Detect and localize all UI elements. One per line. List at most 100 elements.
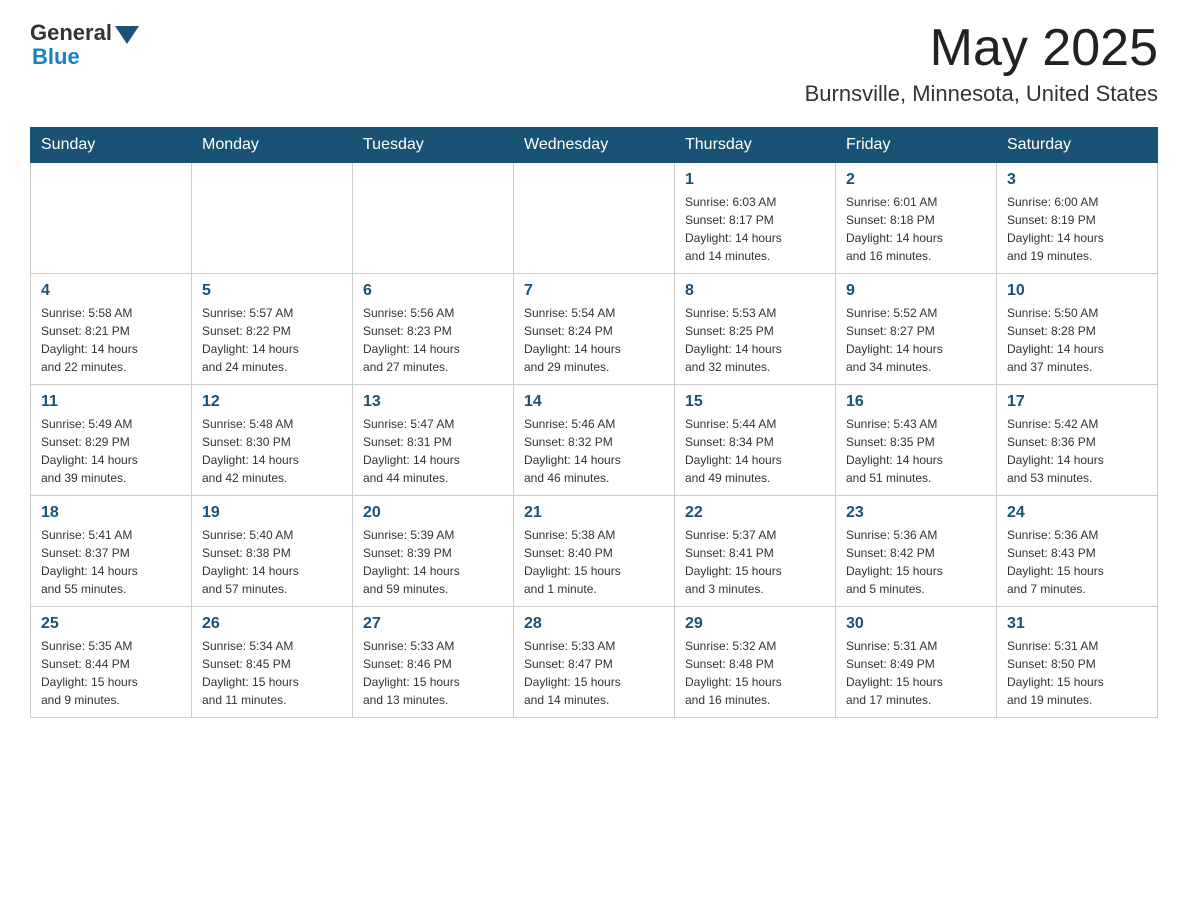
day-number: 20 <box>363 504 503 522</box>
title-block: May 2025 Burnsville, Minnesota, United S… <box>805 20 1158 107</box>
day-number: 30 <box>846 615 986 633</box>
calendar-cell: 22 Sunrise: 5:37 AMSunset: 8:41 PMDayligh… <box>675 496 836 607</box>
calendar-cell: 3Sunrise: 6:00 AMSunset: 8:19 PMDaylight… <box>997 163 1158 274</box>
calendar-cell: 21Sunrise: 5:38 AMSunset: 8:40 PMDayligh… <box>514 496 675 607</box>
day-info: Sunrise: 5:50 AMSunset: 8:28 PMDaylight:… <box>1007 304 1147 376</box>
calendar-cell: 19 Sunrise: 5:40 AMSunset: 8:38 PMDayligh… <box>192 496 353 607</box>
calendar-header-row: Sunday Monday Tuesday Wednesday Thursday… <box>31 128 1158 163</box>
calendar-week-1: 1 Sunrise: 6:03 AMSunset: 8:17 PMDaylight… <box>31 163 1158 274</box>
day-info: Sunrise: 5:31 AMSunset: 8:49 PMDaylight:… <box>846 637 986 709</box>
day-info: Sunrise: 5:43 AMSunset: 8:35 PMDaylight:… <box>846 415 986 487</box>
calendar-cell <box>192 163 353 274</box>
day-info: Sunrise: 5:35 AMSunset: 8:44 PMDaylight:… <box>41 637 181 709</box>
header-friday: Friday <box>836 128 997 163</box>
day-number: 13 <box>363 393 503 411</box>
day-info: Sunrise: 5:37 AMSunset: 8:41 PMDaylight:… <box>685 526 825 598</box>
day-info: Sunrise: 5:44 AMSunset: 8:34 PMDaylight:… <box>685 415 825 487</box>
calendar-week-4: 18 Sunrise: 5:41 AMSunset: 8:37 PMDayligh… <box>31 496 1158 607</box>
calendar-cell: 1 Sunrise: 6:03 AMSunset: 8:17 PMDaylight… <box>675 163 836 274</box>
day-info: Sunrise: 5:56 AMSunset: 8:23 PMDaylight:… <box>363 304 503 376</box>
calendar-cell: 9 Sunrise: 5:52 AMSunset: 8:27 PMDaylight… <box>836 274 997 385</box>
day-info: Sunrise: 5:58 AMSunset: 8:21 PMDaylight:… <box>41 304 181 376</box>
day-info: Sunrise: 6:01 AMSunset: 8:18 PMDaylight:… <box>846 193 986 265</box>
calendar-cell: 5Sunrise: 5:57 AMSunset: 8:22 PMDaylight… <box>192 274 353 385</box>
day-info: Sunrise: 6:00 AMSunset: 8:19 PMDaylight:… <box>1007 193 1147 265</box>
header-thursday: Thursday <box>675 128 836 163</box>
day-info: Sunrise: 5:47 AMSunset: 8:31 PMDaylight:… <box>363 415 503 487</box>
calendar-week-3: 11 Sunrise: 5:49 AMSunset: 8:29 PMDayligh… <box>31 385 1158 496</box>
day-number: 15 <box>685 393 825 411</box>
day-number: 23 <box>846 504 986 522</box>
day-info: Sunrise: 5:40 AMSunset: 8:38 PMDaylight:… <box>202 526 342 598</box>
header-saturday: Saturday <box>997 128 1158 163</box>
calendar-title: May 2025 <box>805 20 1158 77</box>
day-number: 18 <box>41 504 181 522</box>
day-number: 24 <box>1007 504 1147 522</box>
day-number: 31 <box>1007 615 1147 633</box>
day-info: Sunrise: 5:42 AMSunset: 8:36 PMDaylight:… <box>1007 415 1147 487</box>
day-info: Sunrise: 5:36 AMSunset: 8:42 PMDaylight:… <box>846 526 986 598</box>
day-number: 6 <box>363 282 503 300</box>
page-header: General Blue May 2025 Burnsville, Minnes… <box>30 20 1158 107</box>
day-number: 16 <box>846 393 986 411</box>
day-info: Sunrise: 5:54 AMSunset: 8:24 PMDaylight:… <box>524 304 664 376</box>
logo-blue-text: Blue <box>30 44 80 70</box>
calendar-cell: 29 Sunrise: 5:32 AMSunset: 8:48 PMDayligh… <box>675 607 836 718</box>
day-info: Sunrise: 5:32 AMSunset: 8:48 PMDaylight:… <box>685 637 825 709</box>
calendar-week-2: 4 Sunrise: 5:58 AMSunset: 8:21 PMDaylight… <box>31 274 1158 385</box>
logo-general-text: General <box>30 20 112 46</box>
day-info: Sunrise: 5:48 AMSunset: 8:30 PMDaylight:… <box>202 415 342 487</box>
day-info: Sunrise: 5:34 AMSunset: 8:45 PMDaylight:… <box>202 637 342 709</box>
day-number: 27 <box>363 615 503 633</box>
calendar-subtitle: Burnsville, Minnesota, United States <box>805 81 1158 107</box>
calendar-cell: 15 Sunrise: 5:44 AMSunset: 8:34 PMDayligh… <box>675 385 836 496</box>
calendar-cell: 20 Sunrise: 5:39 AMSunset: 8:39 PMDayligh… <box>353 496 514 607</box>
day-number: 12 <box>202 393 342 411</box>
day-number: 19 <box>202 504 342 522</box>
calendar-table: Sunday Monday Tuesday Wednesday Thursday… <box>30 127 1158 718</box>
day-number: 17 <box>1007 393 1147 411</box>
day-number: 8 <box>685 282 825 300</box>
day-number: 22 <box>685 504 825 522</box>
day-info: Sunrise: 5:33 AMSunset: 8:47 PMDaylight:… <box>524 637 664 709</box>
day-number: 28 <box>524 615 664 633</box>
calendar-cell: 24Sunrise: 5:36 AMSunset: 8:43 PMDayligh… <box>997 496 1158 607</box>
calendar-cell: 28 Sunrise: 5:33 AMSunset: 8:47 PMDayligh… <box>514 607 675 718</box>
calendar-cell: 8 Sunrise: 5:53 AMSunset: 8:25 PMDaylight… <box>675 274 836 385</box>
day-info: Sunrise: 5:53 AMSunset: 8:25 PMDaylight:… <box>685 304 825 376</box>
day-number: 29 <box>685 615 825 633</box>
day-number: 1 <box>685 171 825 189</box>
calendar-cell: 14 Sunrise: 5:46 AMSunset: 8:32 PMDayligh… <box>514 385 675 496</box>
day-info: Sunrise: 5:57 AMSunset: 8:22 PMDaylight:… <box>202 304 342 376</box>
calendar-cell: 16 Sunrise: 5:43 AMSunset: 8:35 PMDayligh… <box>836 385 997 496</box>
calendar-cell: 26Sunrise: 5:34 AMSunset: 8:45 PMDayligh… <box>192 607 353 718</box>
calendar-cell: 25Sunrise: 5:35 AMSunset: 8:44 PMDayligh… <box>31 607 192 718</box>
calendar-cell: 4 Sunrise: 5:58 AMSunset: 8:21 PMDaylight… <box>31 274 192 385</box>
calendar-cell <box>514 163 675 274</box>
calendar-cell: 17 Sunrise: 5:42 AMSunset: 8:36 PMDayligh… <box>997 385 1158 496</box>
day-info: Sunrise: 5:46 AMSunset: 8:32 PMDaylight:… <box>524 415 664 487</box>
day-number: 2 <box>846 171 986 189</box>
calendar-week-5: 25Sunrise: 5:35 AMSunset: 8:44 PMDayligh… <box>31 607 1158 718</box>
calendar-cell: 18 Sunrise: 5:41 AMSunset: 8:37 PMDayligh… <box>31 496 192 607</box>
day-number: 14 <box>524 393 664 411</box>
logo: General Blue <box>30 20 142 70</box>
logo-triangle-icon <box>115 26 139 44</box>
calendar-cell: 10Sunrise: 5:50 AMSunset: 8:28 PMDayligh… <box>997 274 1158 385</box>
calendar-cell: 13 Sunrise: 5:47 AMSunset: 8:31 PMDayligh… <box>353 385 514 496</box>
header-wednesday: Wednesday <box>514 128 675 163</box>
day-info: Sunrise: 5:41 AMSunset: 8:37 PMDaylight:… <box>41 526 181 598</box>
calendar-cell <box>353 163 514 274</box>
day-number: 9 <box>846 282 986 300</box>
calendar-cell: 27Sunrise: 5:33 AMSunset: 8:46 PMDayligh… <box>353 607 514 718</box>
day-number: 7 <box>524 282 664 300</box>
calendar-cell: 6 Sunrise: 5:56 AMSunset: 8:23 PMDaylight… <box>353 274 514 385</box>
day-info: Sunrise: 6:03 AMSunset: 8:17 PMDaylight:… <box>685 193 825 265</box>
day-number: 4 <box>41 282 181 300</box>
calendar-cell: 23 Sunrise: 5:36 AMSunset: 8:42 PMDayligh… <box>836 496 997 607</box>
day-info: Sunrise: 5:39 AMSunset: 8:39 PMDaylight:… <box>363 526 503 598</box>
day-info: Sunrise: 5:49 AMSunset: 8:29 PMDaylight:… <box>41 415 181 487</box>
day-info: Sunrise: 5:52 AMSunset: 8:27 PMDaylight:… <box>846 304 986 376</box>
calendar-cell: 30 Sunrise: 5:31 AMSunset: 8:49 PMDayligh… <box>836 607 997 718</box>
day-number: 11 <box>41 393 181 411</box>
